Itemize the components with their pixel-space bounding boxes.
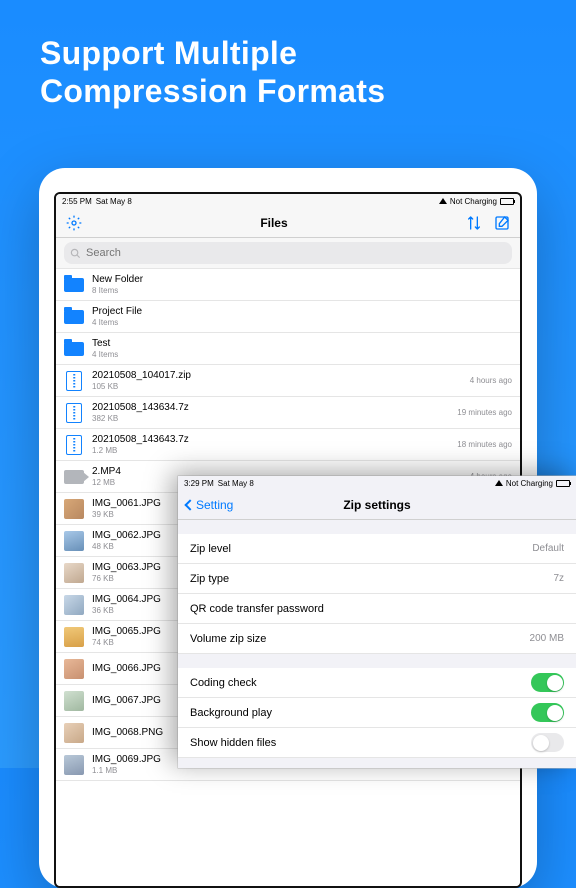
setting-value: Default <box>532 543 564 554</box>
t5-icon <box>64 627 84 647</box>
setting-label: QR code transfer password <box>190 603 324 615</box>
t9-icon <box>64 755 84 775</box>
status-time: 2:55 PM <box>62 197 92 206</box>
settings-group-toggles: Coding check Background play Show hidden f… <box>178 668 576 758</box>
file-sub: 8 Items <box>92 286 512 295</box>
status-charge: Not Charging <box>506 479 553 488</box>
setting-row[interactable]: Background play <box>178 698 576 728</box>
toggle-switch[interactable] <box>531 673 564 692</box>
settings-title: Zip settings <box>343 498 410 512</box>
folder-icon <box>64 275 84 295</box>
file-name: New Folder <box>92 274 512 286</box>
setting-label: Zip level <box>190 543 231 555</box>
file-row[interactable]: Project File4 Items <box>56 301 520 333</box>
settings-group-values: Zip level Default Zip type 7z QR code transf… <box>178 534 576 654</box>
compose-icon[interactable] <box>494 215 510 231</box>
t6-icon <box>64 659 84 679</box>
battery-icon <box>556 480 570 487</box>
setting-row[interactable]: QR code transfer password <box>178 594 576 624</box>
back-label: Setting <box>196 498 233 512</box>
headline-line-2: Compression Formats <box>40 72 576 110</box>
status-time: 3:29 PM <box>184 479 214 488</box>
file-sub: 105 KB <box>92 382 462 391</box>
file-name: 20210508_104017.zip <box>92 370 462 382</box>
folder-icon <box>64 339 84 359</box>
file-name: Project File <box>92 306 512 318</box>
setting-label: Background play <box>190 707 272 719</box>
file-sub: 4 Items <box>92 350 512 359</box>
vid-icon <box>64 467 84 487</box>
status-date: Sat May 8 <box>96 197 132 206</box>
file-name: 20210508_143634.7z <box>92 402 449 414</box>
search-container <box>56 238 520 269</box>
sort-icon[interactable] <box>466 215 482 231</box>
t2-icon <box>64 531 84 551</box>
search-icon <box>70 248 81 259</box>
search-input[interactable] <box>86 247 506 259</box>
headline-line-1: Support Multiple <box>40 34 576 72</box>
t8-icon <box>64 723 84 743</box>
toggle-switch[interactable] <box>531 703 564 722</box>
status-bar: 3:29 PM Sat May 8 Not Charging <box>178 476 576 490</box>
setting-value: 7z <box>553 573 564 584</box>
file-name: 20210508_143643.7z <box>92 434 449 446</box>
zip-icon <box>64 371 84 391</box>
zip-settings-panel: 3:29 PM Sat May 8 Not Charging Setting Z… <box>178 476 576 768</box>
t3-icon <box>64 563 84 583</box>
marketing-headline: Support Multiple Compression Formats <box>0 0 576 111</box>
folder-icon <box>64 307 84 327</box>
setting-row[interactable]: Coding check <box>178 668 576 698</box>
back-button[interactable]: Setting <box>186 498 233 512</box>
setting-row[interactable]: Volume zip size 200 MB <box>178 624 576 654</box>
chevron-left-icon <box>184 499 195 510</box>
setting-label: Volume zip size <box>190 633 266 645</box>
setting-value: 200 MB <box>530 633 564 644</box>
status-bar: 2:55 PM Sat May 8 Not Charging <box>56 194 520 208</box>
file-time: 4 hours ago <box>470 376 512 385</box>
file-time: 19 minutes ago <box>457 408 512 417</box>
setting-row[interactable]: Show hidden files <box>178 728 576 758</box>
setting-label: Show hidden files <box>190 737 276 749</box>
wifi-icon <box>439 198 447 204</box>
file-sub: 1.2 MB <box>92 446 449 455</box>
file-row[interactable]: 20210508_143634.7z382 KB 19 minutes ago <box>56 397 520 429</box>
setting-label: Zip type <box>190 573 229 585</box>
file-row[interactable]: New Folder8 Items <box>56 269 520 301</box>
wifi-icon <box>495 480 503 486</box>
setting-row[interactable]: Zip type 7z <box>178 564 576 594</box>
zip-icon <box>64 403 84 423</box>
file-sub: 4 Items <box>92 318 512 327</box>
toggle-switch[interactable] <box>531 733 564 752</box>
settings-icon[interactable] <box>66 215 82 231</box>
setting-row[interactable]: Zip level Default <box>178 534 576 564</box>
nav-bar: Files <box>56 208 520 238</box>
t7-icon <box>64 691 84 711</box>
file-time: 18 minutes ago <box>457 440 512 449</box>
file-sub: 382 KB <box>92 414 449 423</box>
status-date: Sat May 8 <box>218 479 254 488</box>
file-row[interactable]: Test4 Items <box>56 333 520 365</box>
page-title: Files <box>260 216 287 230</box>
file-name: Test <box>92 338 512 350</box>
file-row[interactable]: 20210508_104017.zip105 KB 4 hours ago <box>56 365 520 397</box>
zip-icon <box>64 435 84 455</box>
search-bar[interactable] <box>64 242 512 264</box>
settings-nav: Setting Zip settings <box>178 490 576 520</box>
file-row[interactable]: 20210508_143643.7z1.2 MB 18 minutes ago <box>56 429 520 461</box>
status-charge: Not Charging <box>450 197 497 206</box>
t4-icon <box>64 595 84 615</box>
battery-icon <box>500 198 514 205</box>
t1-icon <box>64 499 84 519</box>
setting-label: Coding check <box>190 677 257 689</box>
